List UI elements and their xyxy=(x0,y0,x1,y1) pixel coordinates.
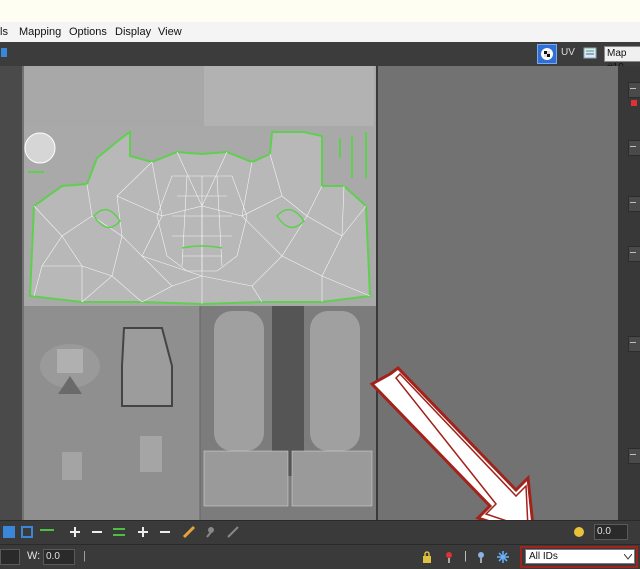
pin-icon[interactable] xyxy=(442,550,456,564)
panel-rollout-5[interactable] xyxy=(628,336,640,352)
id-select-value: All IDs xyxy=(529,551,558,562)
plus-icon[interactable] xyxy=(68,525,82,539)
tool-icon[interactable] xyxy=(204,525,218,539)
arrow-annotation-icon xyxy=(369,366,536,539)
collapse-icon xyxy=(630,342,636,343)
w-label: W: xyxy=(27,550,41,562)
separator: | xyxy=(83,550,86,562)
panel-rollout-3[interactable] xyxy=(628,196,640,212)
collapse-icon xyxy=(630,252,636,253)
plus-icon[interactable] xyxy=(136,525,150,539)
menu-mapping[interactable]: Mapping xyxy=(19,26,61,38)
collapse-icon xyxy=(630,146,636,147)
toolbar-left-icon[interactable] xyxy=(0,47,10,59)
status-toolbar: W: 0.0 | | All IDs xyxy=(0,544,640,569)
menu-view[interactable]: View xyxy=(158,26,182,38)
menu-bar: ls Mapping Options Display View xyxy=(0,22,640,43)
brush-icon[interactable] xyxy=(182,525,196,539)
collapse-icon xyxy=(630,202,636,203)
menu-tools[interactable]: ls xyxy=(0,26,8,38)
panel-rollout-2[interactable] xyxy=(628,140,640,156)
bottom-toolbar: 0.0 xyxy=(0,520,640,545)
select-mode-icon[interactable] xyxy=(2,525,16,539)
list-icon[interactable] xyxy=(583,46,597,60)
id-select-dropdown[interactable]: All IDs xyxy=(525,549,635,564)
separator: | xyxy=(464,550,467,562)
uv-label[interactable]: UV xyxy=(561,47,575,58)
body-texture xyxy=(24,306,200,520)
panel-rollout-6[interactable] xyxy=(628,448,640,464)
uv-canvas xyxy=(24,66,536,539)
eye-uv-shell xyxy=(24,132,56,164)
chevron-down-icon xyxy=(624,554,632,560)
lock-icon[interactable] xyxy=(420,550,434,564)
uv-editor-viewport[interactable] xyxy=(22,66,618,539)
title-area xyxy=(0,0,640,22)
checker-pattern-icon[interactable] xyxy=(537,44,557,64)
u-field[interactable] xyxy=(0,549,20,565)
w-field[interactable]: 0.0 xyxy=(43,549,75,565)
minus-icon[interactable] xyxy=(158,525,172,539)
green-lines-icon[interactable] xyxy=(40,525,54,539)
rollout-red-icon xyxy=(631,100,637,106)
collapse-icon xyxy=(630,454,636,455)
panel-rollout-1[interactable] xyxy=(628,82,640,98)
uv-toolbar: UV Map #10 xyxy=(0,42,640,73)
element-mode-icon[interactable] xyxy=(20,525,34,539)
minus-icon[interactable] xyxy=(90,525,104,539)
panel-rollout-4[interactable] xyxy=(628,246,640,262)
snowflake-icon[interactable] xyxy=(496,550,510,564)
menu-display[interactable]: Display xyxy=(115,26,151,38)
tool-icon[interactable] xyxy=(226,525,240,539)
map-selector[interactable]: Map #10 xyxy=(604,46,640,73)
collapse-icon xyxy=(630,88,636,89)
sun-icon[interactable] xyxy=(572,525,586,539)
pin-icon[interactable] xyxy=(474,550,488,564)
menu-options[interactable]: Options xyxy=(69,26,107,38)
green-lines-icon[interactable] xyxy=(112,525,126,539)
value-field[interactable]: 0.0 xyxy=(594,524,628,540)
left-strip xyxy=(0,66,22,520)
